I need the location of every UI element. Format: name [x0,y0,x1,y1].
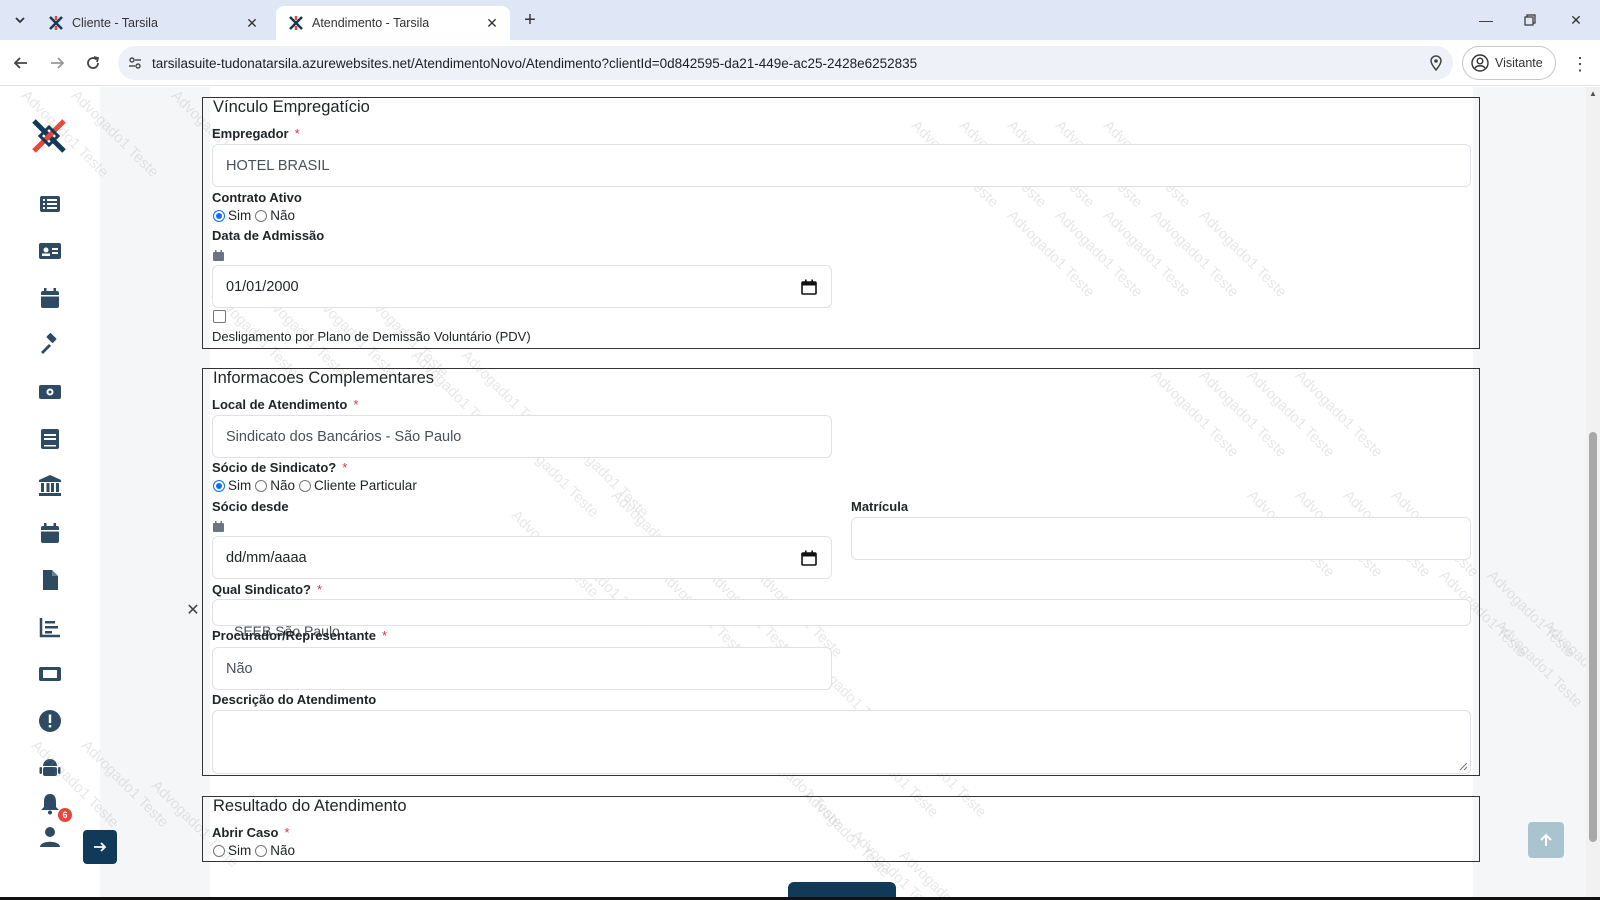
matricula-input[interactable] [851,517,1471,560]
calendar-icon[interactable] [37,285,63,311]
matricula-label: Matrícula [851,499,909,514]
socio-sindicato-radios: Sim Não Cliente Particular [213,478,421,493]
tarsila-favicon-icon [289,16,303,30]
notification-badge: 6 [58,808,72,822]
browser-tab-bar: Cliente - Tarsila ✕ Atendimento - Tarsil… [0,0,1600,40]
restore-icon [1524,14,1536,26]
expand-sidebar-button[interactable] [83,830,117,864]
arrow-up-icon [1540,833,1552,846]
vinculo-title: Vínculo Empregatício [213,98,370,116]
sidebar: 6 [0,87,117,900]
admissao-label: Data de Admissão [212,228,325,243]
forward-button[interactable] [42,48,72,78]
address-bar[interactable]: tarsilasuite-tudonatarsila.azurewebsites… [118,46,1453,80]
close-icon[interactable]: ✕ [242,13,262,33]
local-label: Local de Atendimento * [212,397,359,412]
tab-title: Atendimento - Tarsila [312,16,430,30]
abrir-caso-label: Abrir Caso * [212,825,290,840]
admissao-date-input[interactable]: 01/01/2000 [212,265,832,308]
money-icon[interactable] [37,379,63,405]
socio-particular-radio[interactable] [299,479,312,492]
reload-icon [87,56,100,69]
tab-list-button[interactable] [8,8,32,32]
tab-title: Cliente - Tarsila [72,16,158,30]
procurador-select[interactable]: Não [212,647,832,690]
location-pin-icon[interactable] [1419,55,1453,71]
calendar-small-icon [213,521,224,532]
minimize-button[interactable]: — [1464,6,1508,34]
browser-menu-button[interactable]: ⋮ [1568,52,1592,76]
profile-label: Visitante [1495,56,1543,70]
socio-desde-date-input[interactable]: dd/mm/aaaa [212,536,832,579]
procurador-label: Procurador/Representante * [212,628,388,643]
vinculo-card: Vínculo Empregatício [202,97,1480,349]
socio-sim-radio[interactable] [213,479,225,492]
pdv-checkbox[interactable] [213,310,226,323]
tab-cliente[interactable]: Cliente - Tarsila ✕ [36,6,270,40]
bank-icon[interactable] [37,473,63,499]
calendar-small-icon [213,250,224,261]
pdv-label: Desligamento por Plano de Demissão Volun… [212,329,531,344]
chart-icon[interactable] [37,614,63,640]
list-icon[interactable] [37,191,63,217]
gavel-icon[interactable] [37,332,63,358]
profile-button[interactable]: Visitante [1462,46,1556,80]
qual-sindicato-select[interactable] [212,599,1471,626]
user-icon[interactable] [37,824,63,850]
page-scrollbar[interactable]: ▲ [1586,87,1600,900]
alert-icon[interactable] [37,708,63,734]
socio-nao-radio[interactable] [255,479,268,492]
tarsila-logo[interactable] [30,117,68,155]
calendar-picker-icon[interactable] [801,279,817,295]
close-icon[interactable]: ✕ [482,13,502,33]
contrato-ativo-radios: Sim Não [213,208,299,223]
reload-button[interactable] [78,48,108,78]
clear-icon[interactable]: ✕ [186,603,200,619]
resultado-title: Resultado do Atendimento [213,797,407,815]
close-window-button[interactable]: ✕ [1554,6,1598,34]
arrow-left-icon [13,57,27,69]
contrato-ativo-label: Contrato Ativo [212,190,302,205]
abrir-caso-radios: Sim Não [213,843,299,858]
restore-button[interactable] [1508,6,1552,34]
site-settings-icon[interactable] [118,56,152,70]
tab-atendimento[interactable]: Atendimento - Tarsila ✕ [276,6,510,40]
scroll-up-arrow-icon[interactable]: ▲ [1588,89,1598,99]
contrato-sim-radio[interactable] [213,209,225,222]
ticket-icon[interactable] [37,661,63,687]
empregador-input[interactable]: HOTEL BRASIL [212,144,1471,187]
local-atendimento-input[interactable]: Sindicato dos Bancários - São Paulo [212,415,832,458]
new-tab-button[interactable]: + [518,8,542,32]
arrow-right-icon [51,57,65,69]
socio-sindicato-label: Sócio de Sindicato? * [212,460,348,475]
resize-handle-icon[interactable] [1459,762,1468,771]
qual-sindicato-label: Qual Sindicato? * [212,582,323,597]
back-button[interactable] [6,48,36,78]
book-icon[interactable] [37,426,63,452]
calendar-picker-icon[interactable] [801,550,817,566]
descricao-label: Descrição do Atendimento [212,692,377,707]
android-icon[interactable] [37,755,63,781]
scroll-thumb[interactable] [1589,432,1597,842]
tarsila-favicon-icon [49,16,63,30]
resultado-card: Resultado do Atendimento [202,796,1480,862]
descricao-textarea[interactable] [212,710,1471,774]
browser-toolbar: tarsilasuite-tudonatarsila.azurewebsites… [0,40,1600,86]
abrir-sim-radio[interactable] [213,844,225,857]
url-text: tarsilasuite-tudonatarsila.azurewebsites… [152,55,918,71]
id-card-icon[interactable] [37,238,63,264]
scroll-to-top-button[interactable] [1528,822,1564,858]
empregador-label: Empregador * [212,126,300,141]
chevron-down-icon [15,17,25,24]
complementares-title: Informacoes Complementares [213,369,435,387]
arrow-right-icon [94,842,107,852]
socio-desde-label: Sócio desde [212,499,289,514]
contrato-nao-radio[interactable] [255,209,268,222]
abrir-nao-radio[interactable] [255,844,268,857]
calendar-alt-icon[interactable] [37,520,63,546]
profile-icon [1471,54,1489,72]
file-icon[interactable] [37,567,63,593]
